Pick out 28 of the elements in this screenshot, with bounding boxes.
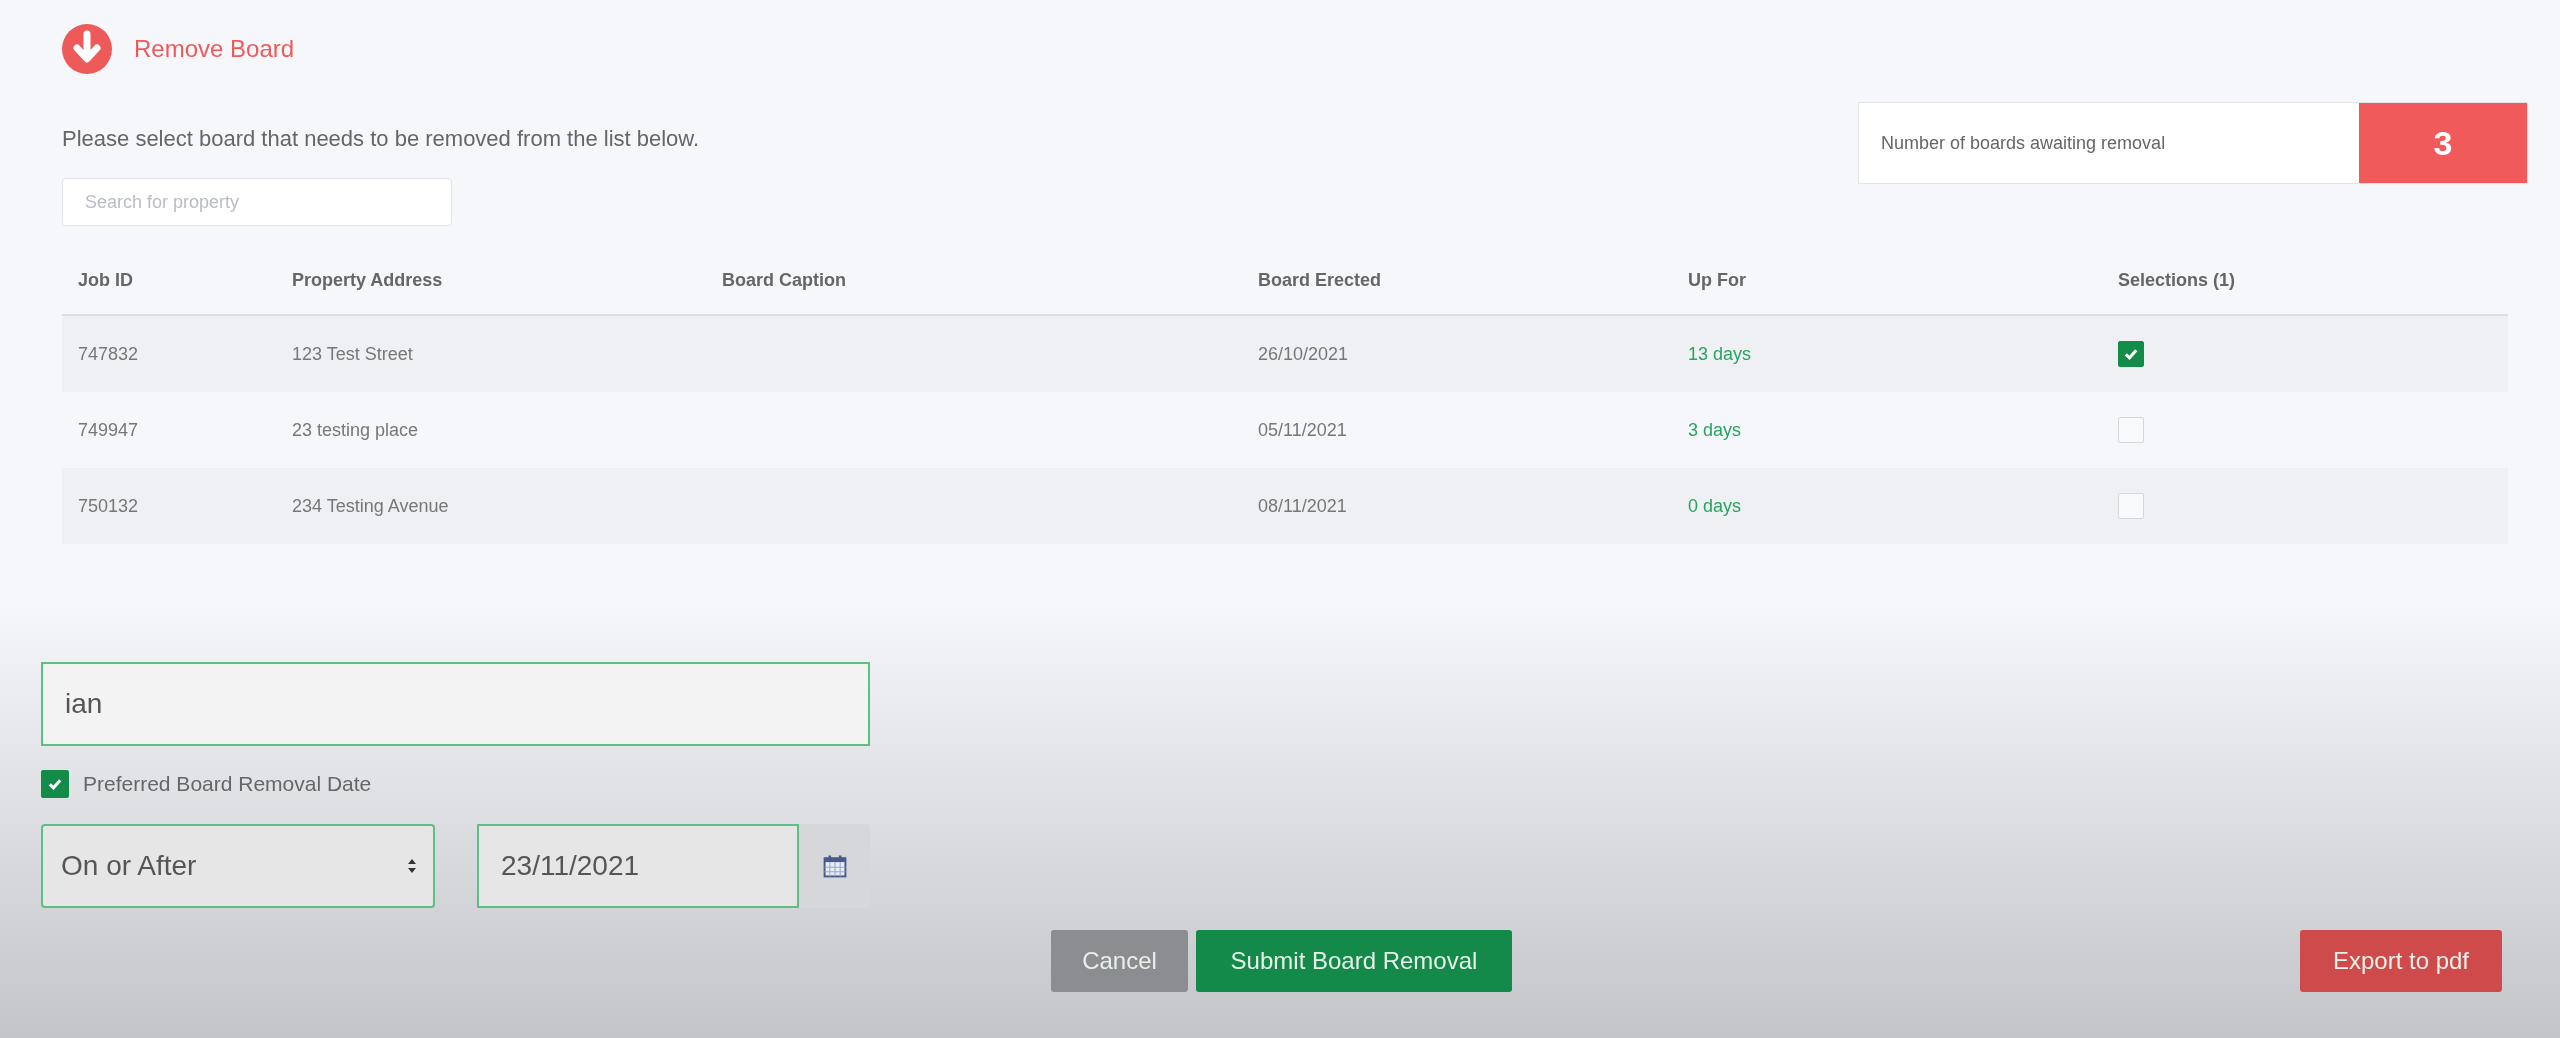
- table-cell: 0 days: [1672, 468, 2102, 544]
- row-checkbox[interactable]: [2118, 341, 2144, 367]
- table-cell: 750132: [62, 468, 276, 544]
- table-cell: 747832: [62, 315, 276, 392]
- table-cell: 26/10/2021: [1242, 315, 1672, 392]
- date-field[interactable]: 23/11/2021: [477, 824, 799, 908]
- table-cell: 123 Test Street: [276, 315, 706, 392]
- page-title: Remove Board: [134, 35, 295, 63]
- arrow-down-circle-icon: [62, 24, 112, 74]
- action-button[interactable]: Submit Board Removal: [1196, 930, 1512, 992]
- table-cell: 23 testing place: [276, 392, 706, 468]
- search-field[interactable]: Search for property: [62, 178, 452, 226]
- preferred-date-checkbox[interactable]: [41, 770, 69, 798]
- name-field[interactable]: ian: [41, 662, 870, 746]
- export-button[interactable]: Export to pdf: [2300, 930, 2502, 992]
- table-cell: 05/11/2021: [1242, 392, 1672, 468]
- counter-value: 3: [2359, 103, 2527, 183]
- date-mode-select[interactable]: On or After: [41, 824, 435, 908]
- checkbox-label: Preferred Board Removal Date: [83, 772, 372, 796]
- table-cell: 234 Testing Avenue: [276, 468, 706, 544]
- counter-label: Number of boards awaiting removal: [1880, 131, 2167, 155]
- instruction-text: Please select board that needs to be removed from the list below.: [62, 126, 700, 152]
- table-cell: 13 days: [1672, 315, 2102, 392]
- updown-caret-icon: [407, 858, 417, 874]
- table-cell: 3 days: [1672, 392, 2102, 468]
- calendar-icon: [821, 853, 848, 879]
- table-cell: 08/11/2021: [1242, 468, 1672, 544]
- table-cell: 749947: [62, 392, 276, 468]
